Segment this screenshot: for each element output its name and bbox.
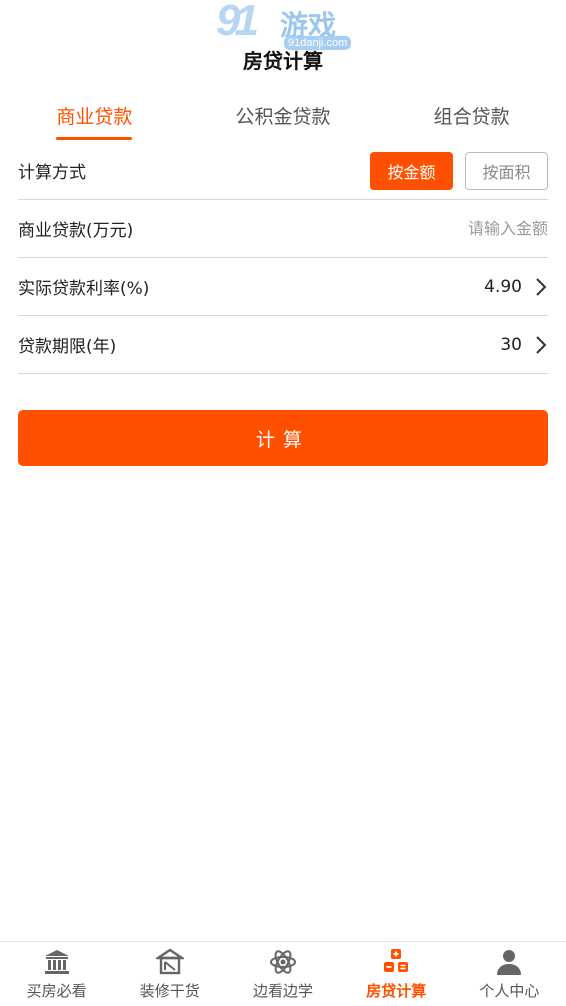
loan-type-tabs: 商业贷款 公积金贷款 组合贷款 (0, 96, 566, 142)
loan-amount-input[interactable] (368, 219, 548, 238)
nav-item-buying-guide[interactable]: 买房必看 (0, 942, 113, 1006)
nav-label: 买房必看 (26, 982, 87, 1000)
chevron-right-icon (536, 335, 547, 354)
tab-label: 商业贷款 (56, 106, 133, 128)
tab-label: 组合贷款 (433, 106, 510, 128)
loan-amount-label: 商业贷款(万元) (18, 221, 134, 241)
tab-commercial-loan[interactable]: 商业贷款 (0, 96, 189, 142)
bank-icon (44, 950, 69, 974)
nav-item-profile[interactable]: 个人中心 (453, 942, 566, 1006)
nav-item-learn[interactable]: 边看边学 (226, 942, 339, 1006)
page-title: 房贷计算 (243, 49, 323, 73)
rate-label: 实际贷款利率(%) (18, 279, 150, 299)
nav-label: 房贷计算 (366, 982, 427, 1000)
loan-amount-row: 商业贷款(万元) (18, 200, 548, 258)
active-tab-indicator (56, 137, 133, 140)
nav-label: 边看边学 (253, 982, 314, 1000)
method-label: 计算方式 (18, 163, 86, 183)
house-icon (155, 948, 184, 975)
by-area-button[interactable]: 按面积 (465, 151, 548, 190)
method-row: 计算方式 按金额 按面积 (18, 142, 548, 200)
term-value: 30 (500, 334, 522, 355)
tab-label: 公积金贷款 (235, 106, 331, 128)
chevron-right-icon (536, 277, 547, 296)
tab-combined-loan[interactable]: 组合贷款 (377, 96, 566, 142)
loan-form: 计算方式 按金额 按面积 商业贷款(万元) 实际贷款利率(%) 4.90 贷款期… (18, 142, 548, 374)
term-row[interactable]: 贷款期限(年) 30 (18, 316, 548, 374)
nav-label: 装修干货 (139, 982, 200, 1000)
rate-row[interactable]: 实际贷款利率(%) 4.90 (18, 258, 548, 316)
term-label: 贷款期限(年) (18, 337, 117, 357)
watermark-number: 91 (216, 0, 259, 45)
nav-label: 个人中心 (479, 982, 540, 1000)
watermark-logo: 91 游戏 91danji.com (214, 0, 354, 52)
rate-value: 4.90 (484, 276, 522, 297)
calculate-button[interactable]: 计算 (18, 410, 548, 466)
nav-item-mortgage-calculator[interactable]: 房贷计算 (340, 942, 453, 1006)
bottom-nav: 买房必看 装修干货 边看边学 房贷计算 个人中心 (0, 941, 566, 1006)
atom-icon (270, 950, 296, 974)
user-icon (497, 950, 522, 975)
nav-item-decoration-tips[interactable]: 装修干货 (113, 942, 226, 1006)
by-amount-button[interactable]: 按金额 (370, 151, 453, 190)
calculator-icon (384, 949, 409, 972)
tab-provident-fund-loan[interactable]: 公积金贷款 (189, 96, 378, 142)
